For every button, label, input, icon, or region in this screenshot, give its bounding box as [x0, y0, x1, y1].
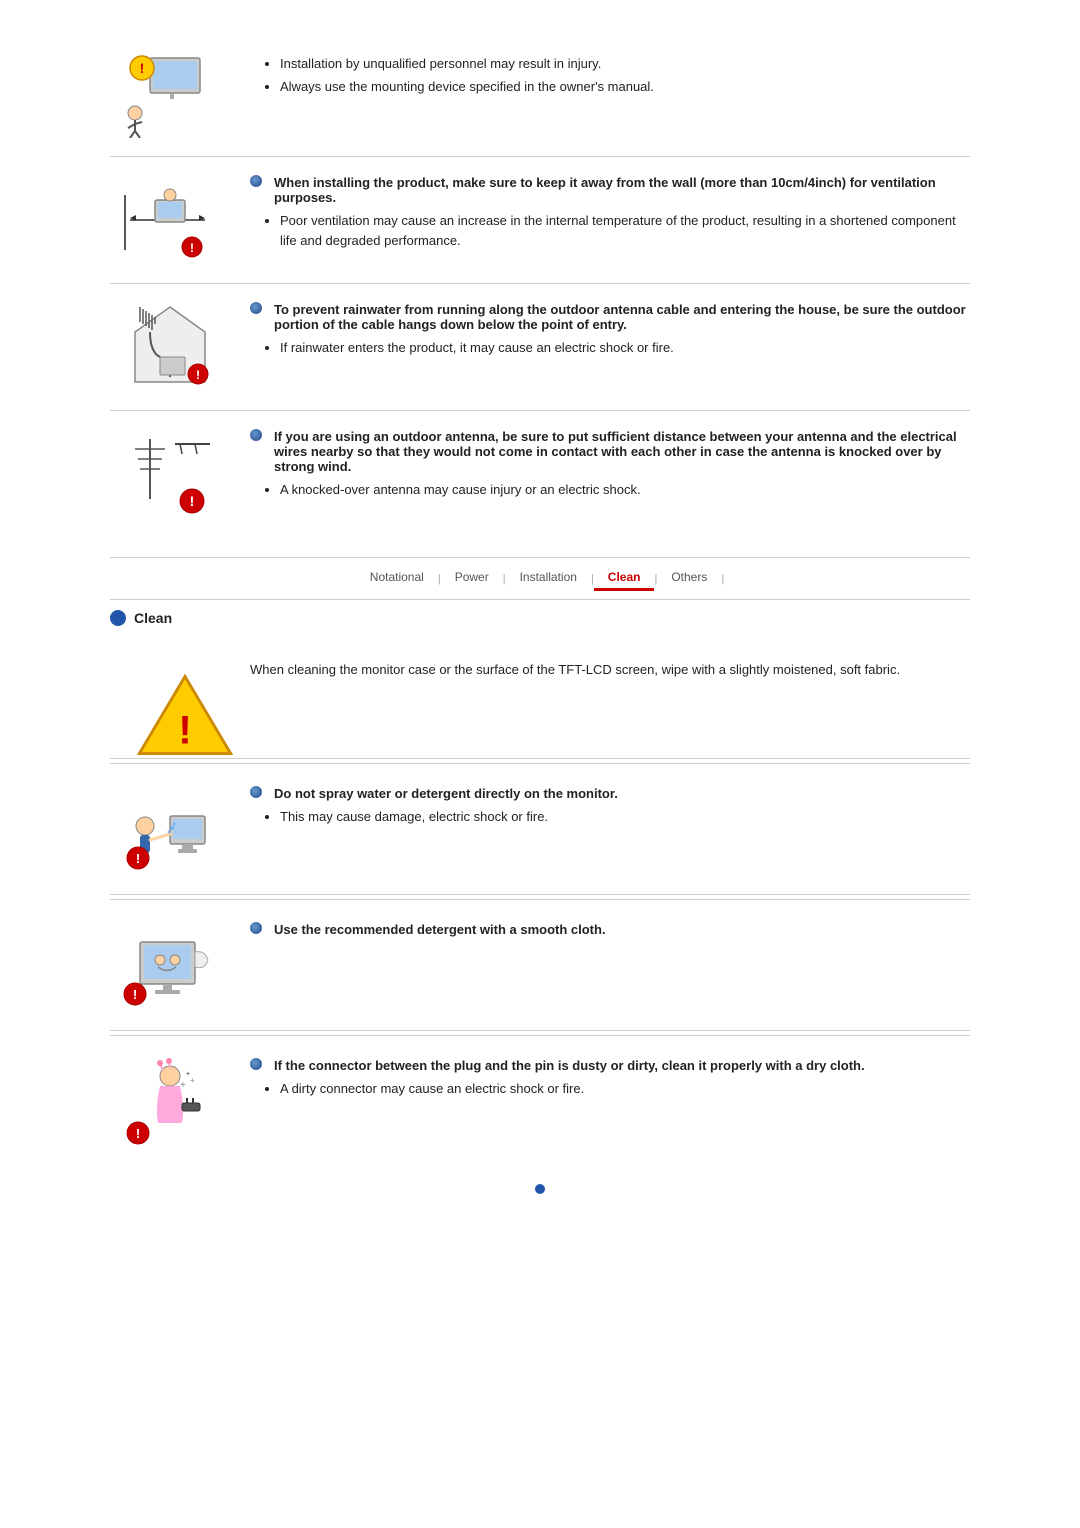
clean-row-3: ! + + ✦ If the connector between the plu…: [110, 1040, 970, 1166]
install-bullet-2a: Poor ventilation may cause an increase i…: [280, 211, 970, 250]
clean-icon-1: !: [110, 786, 230, 876]
svg-text:!: !: [196, 368, 200, 382]
install-illustration-3: !: [120, 302, 220, 392]
clean-bullet-1a: This may cause damage, electric shock or…: [280, 807, 970, 827]
install-content-4: If you are using an outdoor antenna, be …: [250, 429, 970, 503]
clean-bold-2: Use the recommended detergent with a smo…: [274, 922, 606, 937]
clean-section: ! When cleaning the monitor case or the …: [110, 642, 970, 1166]
circle-icon-3: [250, 302, 262, 314]
svg-text:+: +: [180, 1080, 186, 1091]
tab-power[interactable]: Power: [441, 566, 503, 591]
circle-icon-c1: [250, 786, 262, 798]
clean-icon-0: !: [110, 660, 230, 740]
install-icon-2: !: [110, 175, 230, 265]
nav-sep-5: |: [721, 573, 724, 585]
svg-text:!: !: [136, 851, 140, 866]
circle-icon-4: [250, 429, 262, 441]
circle-icon-c2: [250, 922, 262, 934]
clean-row-0: ! When cleaning the monitor case or the …: [110, 642, 970, 759]
install-illustration-1: !: [120, 48, 220, 138]
install-content-1: Installation by unqualified personnel ma…: [250, 48, 970, 99]
install-content-2: When installing the product, make sure t…: [250, 175, 970, 253]
install-icon-1: !: [110, 48, 230, 138]
nav-tabs: Notational | Power | Installation | Clea…: [110, 557, 970, 600]
svg-text:!: !: [140, 60, 145, 76]
circle-icon-c3: [250, 1058, 262, 1070]
install-illustration-2: !: [120, 175, 220, 265]
divider-3: [110, 1035, 970, 1036]
clean-illustration-3: ! + + ✦: [120, 1058, 220, 1148]
clean-content-2: Use the recommended detergent with a smo…: [250, 922, 970, 943]
clean-row-2: ! Use the recommended detergent with a s…: [110, 904, 970, 1031]
install-illustration-4: !: [120, 429, 220, 519]
tab-installation[interactable]: Installation: [506, 566, 591, 591]
clean-text-0: When cleaning the monitor case or the su…: [250, 660, 970, 680]
svg-text:!: !: [133, 987, 137, 1002]
clean-content-3: If the connector between the plug and th…: [250, 1058, 970, 1102]
svg-text:✦: ✦: [185, 1070, 191, 1078]
tab-clean[interactable]: Clean: [594, 566, 655, 591]
divider-1: [110, 763, 970, 764]
clean-illustration-2: !: [120, 922, 220, 1012]
circle-icon-2: [250, 175, 262, 187]
clean-bullet-3a: A dirty connector may cause an electric …: [280, 1079, 970, 1099]
bottom-indicator: [110, 1166, 970, 1213]
tab-others[interactable]: Others: [657, 566, 721, 591]
clean-bold-1: Do not spray water or detergent directly…: [274, 786, 618, 801]
clean-heading-label: Clean: [134, 610, 172, 626]
install-row-4: ! If you are using an outdoor antenna, b…: [110, 411, 970, 537]
install-bullet-3a: If rainwater enters the product, it may …: [280, 338, 970, 358]
clean-heading: Clean: [110, 610, 970, 626]
clean-illustration-1: !: [120, 786, 220, 876]
install-bullet-1b: Always use the mounting device specified…: [280, 77, 970, 97]
svg-text:!: !: [190, 241, 194, 255]
svg-text:!: !: [190, 493, 195, 509]
install-icon-3: !: [110, 302, 230, 392]
clean-heading-icon: [110, 610, 126, 626]
clean-content-0: When cleaning the monitor case or the su…: [250, 660, 970, 680]
clean-content-1: Do not spray water or detergent directly…: [250, 786, 970, 830]
bottom-dot-icon: [535, 1184, 545, 1194]
warning-triangle-icon: !: [135, 670, 235, 760]
clean-icon-2: !: [110, 922, 230, 1012]
clean-row-1: ! Do not spray water or detergent direct…: [110, 768, 970, 895]
clean-bold-3: If the connector between the plug and th…: [274, 1058, 865, 1073]
installation-section: ! Installation by unqualified personnel …: [110, 30, 970, 537]
install-bullet-4a: A knocked-over antenna may cause injury …: [280, 480, 970, 500]
install-row-2: ! When installing the product, make sure…: [110, 157, 970, 284]
page-container: ! Installation by unqualified personnel …: [90, 0, 990, 1243]
install-row-3: ! To prevent rainwater from running alon…: [110, 284, 970, 411]
svg-text:!: !: [178, 709, 191, 753]
install-bold-2: When installing the product, make sure t…: [274, 175, 970, 205]
install-bullet-1a: Installation by unqualified personnel ma…: [280, 54, 970, 74]
clean-icon-3: ! + + ✦: [110, 1058, 230, 1148]
tab-notational[interactable]: Notational: [356, 566, 438, 591]
install-row-1: ! Installation by unqualified personnel …: [110, 30, 970, 157]
install-icon-4: !: [110, 429, 230, 519]
divider-2: [110, 899, 970, 900]
svg-text:!: !: [136, 1126, 140, 1141]
install-bold-3: To prevent rainwater from running along …: [274, 302, 970, 332]
install-content-3: To prevent rainwater from running along …: [250, 302, 970, 361]
install-bold-4: If you are using an outdoor antenna, be …: [274, 429, 970, 474]
